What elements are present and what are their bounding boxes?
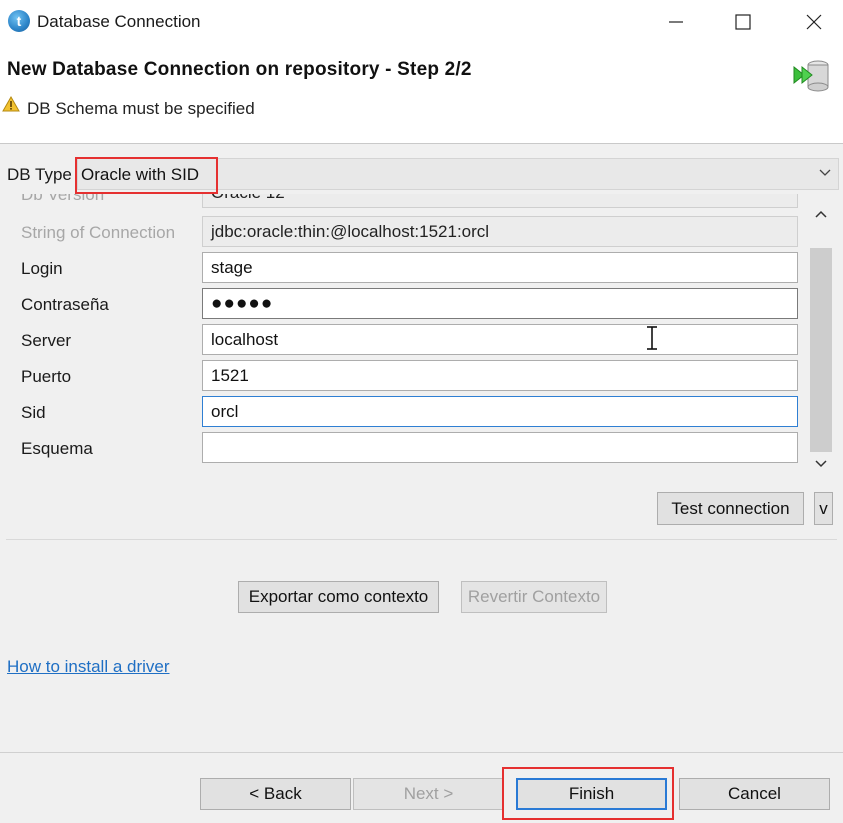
db-type-label: DB Type (7, 165, 72, 184)
test-connection-dropdown-button[interactable]: v (814, 492, 833, 525)
chevron-up-icon (815, 210, 827, 218)
minimize-button[interactable] (653, 6, 699, 38)
export-context-button[interactable]: Exportar como contexto (238, 581, 439, 613)
section-divider (6, 539, 837, 540)
chevron-down-icon (815, 460, 827, 468)
server-label: Server (21, 331, 72, 350)
footer-divider (0, 752, 843, 753)
revert-context-button: Revertir Contexto (461, 581, 607, 613)
wizard-title: New Database Connection on repository - … (7, 59, 472, 80)
schema-label: Esquema (21, 439, 93, 458)
test-connection-button[interactable]: Test connection (657, 492, 804, 525)
warning-icon (2, 96, 20, 112)
minimize-icon (669, 21, 683, 23)
text-cursor-icon (647, 326, 657, 350)
db-type-highlight (75, 157, 218, 194)
connection-form: Db Version Oracle 12 String of Connectio… (0, 194, 843, 480)
port-label: Puerto (21, 367, 72, 386)
finish-highlight (502, 767, 674, 820)
server-field[interactable]: localhost (202, 324, 798, 355)
connection-string-field: jdbc:oracle:thin:@localhost:1521:orcl (202, 216, 798, 247)
database-import-icon (793, 60, 829, 92)
login-label: Login (21, 259, 63, 278)
connection-string-label: String of Connection (21, 223, 176, 242)
login-field[interactable]: stage (202, 252, 798, 283)
maximize-icon (735, 14, 751, 30)
sid-label: Sid (21, 403, 46, 422)
close-icon (806, 14, 822, 30)
scroll-up-button[interactable] (813, 204, 829, 224)
talend-app-icon: t (8, 10, 30, 32)
cancel-button[interactable]: Cancel (679, 778, 830, 810)
password-field[interactable]: ●●●●● (202, 288, 798, 319)
scroll-down-button[interactable] (813, 454, 829, 474)
schema-field[interactable] (202, 432, 798, 463)
port-field[interactable]: 1521 (202, 360, 798, 391)
chevron-down-icon (819, 169, 831, 176)
install-driver-link[interactable]: How to install a driver (7, 657, 170, 677)
db-version-label: Db Version (21, 194, 105, 204)
sid-field[interactable]: orcl (202, 396, 798, 427)
warning-message: DB Schema must be specified (27, 99, 255, 118)
back-button[interactable]: < Back (200, 778, 351, 810)
next-button: Next > (353, 778, 504, 810)
window-title: Database Connection (37, 12, 201, 31)
db-version-field: Oracle 12 (202, 194, 798, 208)
close-button[interactable] (791, 6, 837, 38)
maximize-button[interactable] (720, 6, 766, 38)
db-type-dropdown-arrow[interactable] (817, 163, 833, 183)
scrollbar-thumb[interactable] (810, 248, 832, 452)
password-label: Contraseña (21, 295, 109, 314)
